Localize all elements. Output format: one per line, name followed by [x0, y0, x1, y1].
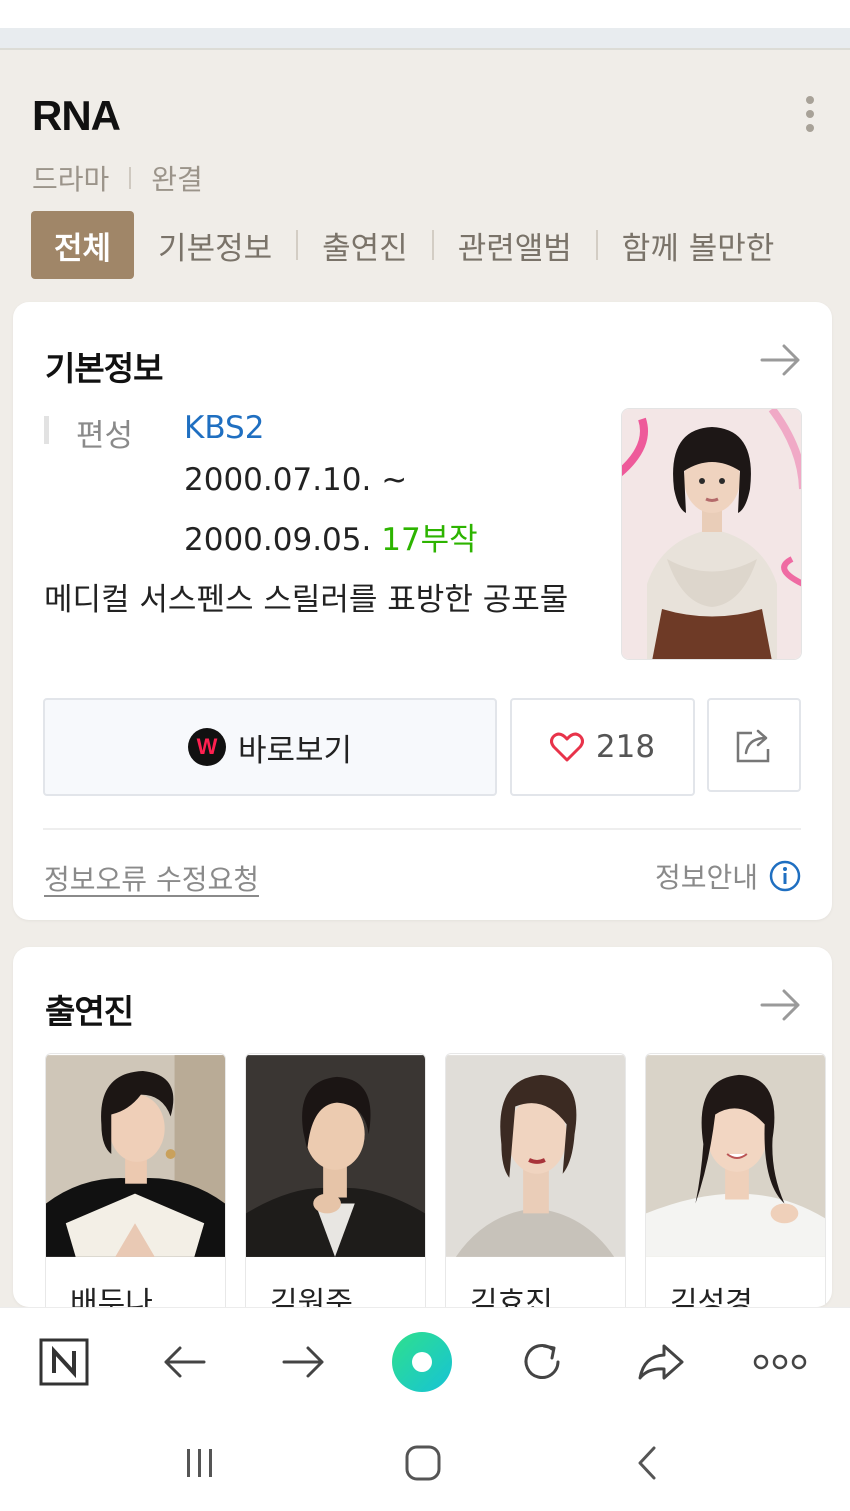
report-error-link[interactable]: 정보오류 수정요청: [44, 858, 259, 898]
info-guide-label: 정보안내: [654, 861, 758, 894]
meta-line: 드라마 완결: [32, 158, 203, 198]
basic-info-title: 기본정보: [45, 349, 163, 388]
share-icon: [736, 729, 770, 763]
recent-apps-icon[interactable]: [175, 1441, 225, 1485]
genre-label: 드라마: [32, 163, 110, 196]
like-button[interactable]: 218: [510, 698, 695, 796]
status-label: 완결: [151, 163, 203, 196]
info-marker: [44, 416, 49, 444]
system-back-icon[interactable]: [622, 1441, 672, 1485]
tab-bar: 전체 기본정보 출연진 관련앨범 함께 볼만한: [31, 210, 850, 280]
cast-member-name: 배두나: [70, 1286, 153, 1307]
cast-member-card[interactable]: 김효진: [445, 1053, 626, 1307]
cast-photo: [446, 1055, 625, 1257]
wavve-logo-icon: W: [187, 728, 226, 766]
cast-member-name: 김성경: [670, 1286, 753, 1307]
refresh-icon[interactable]: [510, 1330, 574, 1394]
broadcast-label: 편성: [76, 418, 134, 454]
tab-albums[interactable]: 관련앨범: [434, 211, 596, 279]
cast-member-card[interactable]: 김원준: [245, 1053, 426, 1307]
share-icon[interactable]: [628, 1330, 692, 1394]
channel-link[interactable]: KBS2: [184, 410, 264, 446]
end-date: 2000.09.05.: [184, 522, 372, 558]
more-icon[interactable]: [748, 1330, 812, 1394]
right-arrow-icon[interactable]: [760, 342, 802, 378]
browser-toolbar: [0, 1307, 850, 1413]
cast-photo: [646, 1055, 825, 1257]
tab-all[interactable]: 전체: [31, 211, 135, 279]
cast-list: 배두나 김원준 김효진 김성경: [45, 1053, 832, 1307]
watch-now-button[interactable]: W 바로보기: [43, 698, 497, 796]
tab-cast[interactable]: 출연진: [298, 211, 432, 279]
cast-member-card[interactable]: 배두나: [45, 1053, 226, 1307]
home-icon[interactable]: [398, 1441, 448, 1485]
episode-count: 17부작: [381, 522, 478, 558]
info-icon: [769, 860, 801, 892]
right-arrow-icon[interactable]: [760, 987, 802, 1023]
basic-info-card: 기본정보 편성 KBS2 2000.07.10. ~ 2000.09.05. 1…: [13, 302, 832, 920]
cast-member-card[interactable]: 김성경: [645, 1053, 826, 1307]
tab-basic-info[interactable]: 기본정보: [134, 211, 296, 279]
cast-photo: [46, 1055, 225, 1257]
cast-member-name: 김원준: [270, 1286, 353, 1307]
like-count: 218: [595, 729, 656, 765]
back-arrow-icon[interactable]: [152, 1330, 216, 1394]
status-bar: [0, 0, 850, 28]
description: 메디컬 서스펜스 스릴러를 표방한 공포물: [44, 582, 569, 618]
page-title: RNA: [32, 92, 121, 139]
heart-icon: [549, 732, 584, 762]
forward-arrow-icon[interactable]: [272, 1330, 336, 1394]
naver-n-icon[interactable]: [32, 1330, 96, 1394]
share-button[interactable]: [707, 698, 801, 792]
start-date: 2000.07.10. ~: [184, 462, 408, 498]
cast-title: 출연진: [45, 992, 134, 1031]
system-nav-bar: [0, 1413, 850, 1511]
cast-card: 출연진 배두나 김원준 김효진 김성경: [13, 947, 832, 1307]
info-guide-link[interactable]: 정보안내: [655, 856, 802, 896]
cast-member-name: 김효진: [470, 1286, 553, 1307]
meta-divider: [129, 167, 132, 189]
tab-recommended[interactable]: 함께 볼만한: [598, 211, 798, 279]
watch-now-label: 바로보기: [237, 732, 353, 769]
green-dot-icon[interactable]: [390, 1330, 454, 1394]
more-options-icon[interactable]: [803, 96, 817, 136]
browser-address-strip: [0, 28, 850, 50]
divider: [43, 828, 801, 830]
cast-photo: [246, 1055, 425, 1257]
poster-image[interactable]: [621, 408, 802, 660]
end-date-line: 2000.09.05. 17부작: [184, 514, 478, 559]
